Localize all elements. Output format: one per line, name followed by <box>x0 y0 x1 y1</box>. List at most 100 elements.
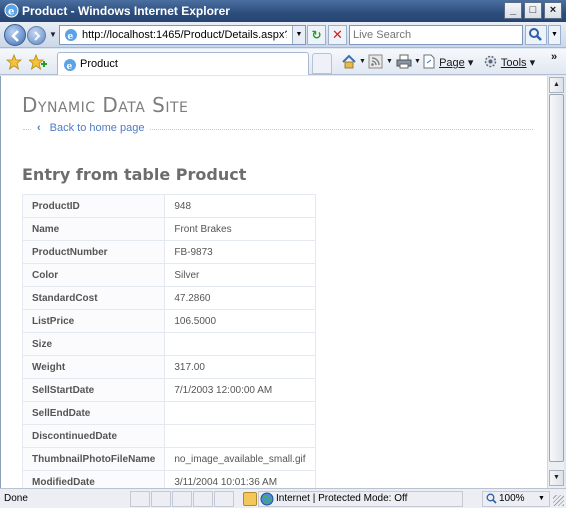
search-input[interactable] <box>350 26 518 44</box>
table-row: ThumbnailPhotoFileName no_image_available… <box>21 447 316 471</box>
field-value <box>164 401 316 425</box>
tools-menu-label: Tools <box>500 57 527 69</box>
zoom-level: 100% <box>499 493 525 504</box>
scrollbar-thumb[interactable] <box>549 94 564 462</box>
field-value: 317.00 <box>164 355 316 379</box>
home-dropdown-icon[interactable]: ▼ <box>359 58 366 65</box>
field-name: Size <box>21 332 166 356</box>
address-dropdown-icon[interactable]: ▼ <box>292 26 305 44</box>
print-dropdown-icon[interactable]: ▼ <box>414 58 421 65</box>
back-to-home-link[interactable]: ‹ Back to home page <box>31 122 151 134</box>
field-name: ProductNumber <box>21 240 166 264</box>
field-value: 47.2860 <box>164 286 316 310</box>
page-menu-icon <box>423 54 435 69</box>
table-row: ModifiedDate 3/11/2004 10:01:36 AM <box>21 470 316 488</box>
address-bar[interactable]: e http://localhost:1465/Product/Details.… <box>59 25 306 45</box>
status-segment <box>214 491 234 507</box>
field-value: 106.5000 <box>164 309 316 333</box>
field-value: Front Brakes <box>164 217 316 241</box>
refresh-icon: ↻ <box>311 28 322 42</box>
field-value: no_image_available_small.gif <box>164 447 316 471</box>
print-icon[interactable] <box>396 54 412 72</box>
table-row: ListPrice 106.5000 <box>21 309 316 333</box>
field-name: SellStartDate <box>21 378 166 402</box>
field-value: 948 <box>164 194 316 218</box>
field-value <box>164 332 316 356</box>
feeds-dropdown-icon[interactable]: ▼ <box>386 58 393 65</box>
search-icon <box>529 28 542 41</box>
back-button[interactable] <box>4 24 26 46</box>
status-bar: Done Internet | Protected Mode: Off 100%… <box>0 488 566 508</box>
svg-text:e: e <box>67 62 73 72</box>
more-commands-chevron[interactable]: » <box>551 51 557 63</box>
zoom-icon <box>486 493 497 507</box>
scroll-up-arrow-icon[interactable]: ▲ <box>549 77 564 93</box>
table-row: Color Silver <box>21 263 316 287</box>
window-title: Product - Windows Internet Explorer <box>22 4 230 18</box>
page-menu[interactable]: Page ▾ <box>422 54 473 69</box>
table-row: StandardCost 47.2860 <box>21 286 316 310</box>
field-value: Silver <box>164 263 316 287</box>
command-bar: e Product ▼ ▼ ▼ Page ▾ Tools ▾ » <box>0 49 566 75</box>
table-row: DiscontinuedDate <box>21 424 316 448</box>
table-row: SellStartDate 7/1/2003 12:00:00 AM <box>21 378 316 402</box>
recent-pages-chevron-icon[interactable]: ▼ <box>49 30 57 39</box>
field-name: ProductID <box>21 194 166 218</box>
tools-menu[interactable]: Tools ▾ <box>483 54 535 69</box>
field-name: DiscontinuedDate <box>21 424 166 448</box>
page-icon: e <box>64 28 78 45</box>
table-row: ProductID 948 <box>21 194 316 218</box>
forward-button[interactable] <box>27 26 46 45</box>
search-options-dropdown-icon[interactable]: ▼ <box>548 25 561 45</box>
field-name: Name <box>21 217 166 241</box>
search-box[interactable] <box>349 25 523 45</box>
refresh-button[interactable]: ↻ <box>307 25 326 45</box>
details-table: ProductID 948 Name Front Brakes ProductNum… <box>21 194 316 488</box>
navigation-bar: ▼ e http://localhost:1465/Product/Detail… <box>0 22 566 48</box>
add-favorites-icon[interactable] <box>27 53 47 73</box>
tab-label: Product <box>80 58 118 70</box>
resize-grip-icon[interactable] <box>553 495 564 506</box>
feeds-icon[interactable] <box>368 54 383 72</box>
status-segment <box>172 491 192 507</box>
favorites-star-icon[interactable] <box>5 53 23 73</box>
table-row: Weight 317.00 <box>21 355 316 379</box>
forward-arrow-icon <box>34 31 41 41</box>
home-icon[interactable] <box>341 54 357 72</box>
status-segment <box>130 491 150 507</box>
title-bar: e Product - Windows Internet Explorer _ … <box>0 0 566 22</box>
tab-product[interactable]: e Product <box>57 52 309 75</box>
table-row: Size <box>21 332 316 356</box>
maximize-button[interactable]: □ <box>524 2 542 19</box>
status-segment <box>151 491 171 507</box>
scroll-down-arrow-icon[interactable]: ▼ <box>549 470 564 486</box>
back-link-label: Back to home page <box>49 122 145 134</box>
zoom-dropdown-icon[interactable]: ▼ <box>538 495 545 502</box>
table-row: SellEndDate <box>21 401 316 425</box>
stop-icon: ✕ <box>332 27 343 42</box>
status-segment <box>193 491 213 507</box>
vertical-scrollbar[interactable]: ▲ ▼ <box>547 76 564 488</box>
search-button[interactable] <box>525 25 547 45</box>
stop-button[interactable]: ✕ <box>328 25 347 45</box>
field-name: ThumbnailPhotoFileName <box>21 447 166 471</box>
new-tab-button[interactable] <box>312 53 332 74</box>
field-name: SellEndDate <box>21 401 166 425</box>
ie-app-icon: e <box>4 3 19 18</box>
close-button[interactable]: × <box>544 2 562 19</box>
chevron-left-icon: ‹ <box>37 122 41 134</box>
protected-mode-icon <box>243 492 257 506</box>
minimize-button[interactable]: _ <box>504 2 522 19</box>
page-content: Dynamic Data Site ‹ Back to home page Ent… <box>0 76 547 488</box>
back-arrow-icon <box>11 30 19 42</box>
security-zone-label: Internet | Protected Mode: Off <box>276 493 408 504</box>
status-text: Done <box>4 493 28 504</box>
field-name: Weight <box>21 355 166 379</box>
field-value: FB-9873 <box>164 240 316 264</box>
table-row: ProductNumber FB-9873 <box>21 240 316 264</box>
svg-text:e: e <box>8 7 14 18</box>
page-menu-label: Page <box>439 57 465 69</box>
gear-icon <box>484 55 497 68</box>
tab-page-icon: e <box>63 58 77 75</box>
address-url[interactable]: http://localhost:1465/Product/Details.as… <box>82 29 287 41</box>
